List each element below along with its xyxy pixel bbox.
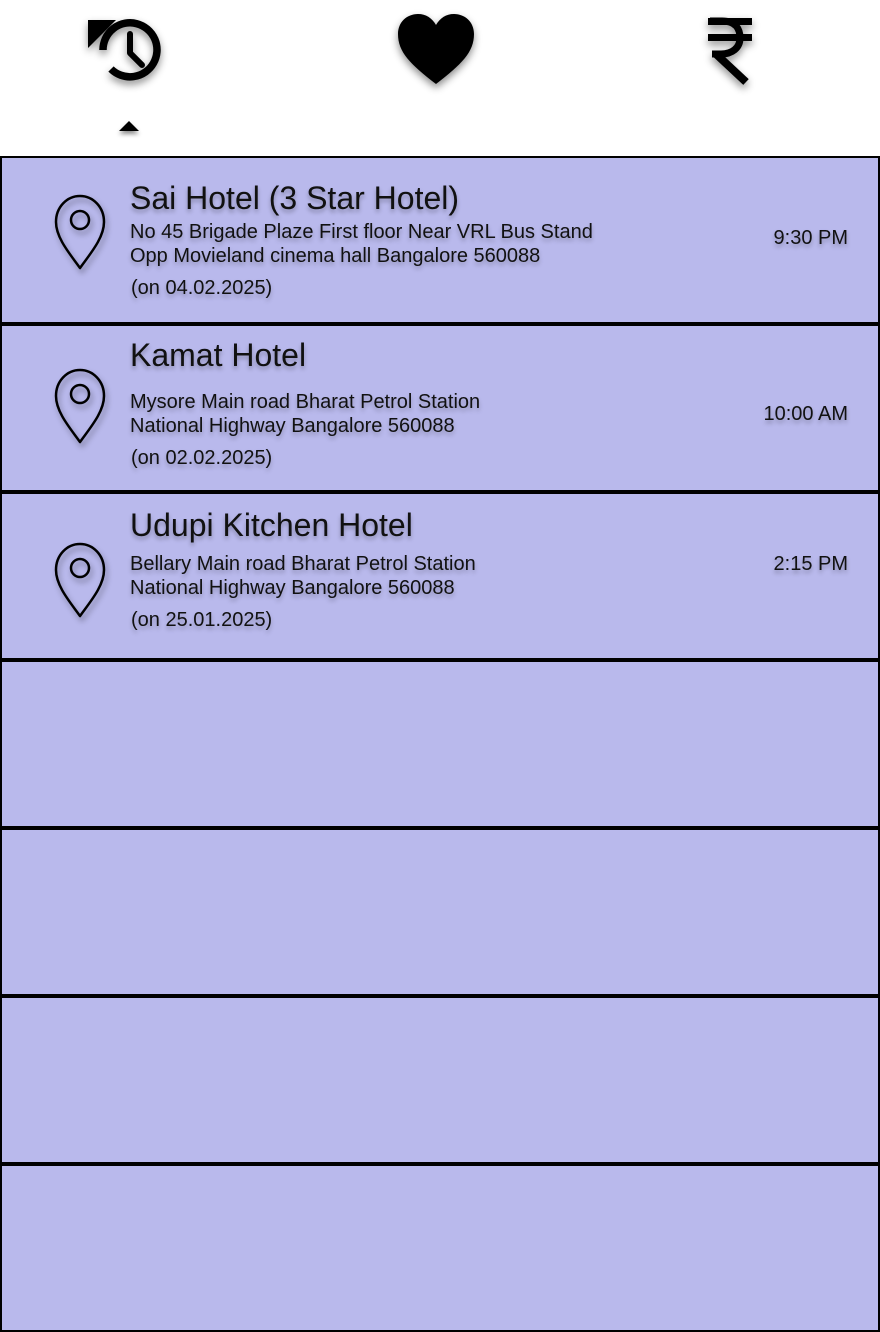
entry-date: (on 02.02.2025)	[131, 447, 273, 469]
location-pin-icon	[50, 540, 110, 620]
entry-date: (on 25.01.2025)	[131, 609, 273, 631]
history-entry[interactable]: Kamat Hotel Mysore Main road Bharat Petr…	[0, 324, 880, 492]
entry-time: 9:30 PM	[773, 227, 848, 249]
entry-time: 10:00 AM	[763, 403, 848, 425]
entry-address: No 45 Brigade Plaze First floor Near VRL…	[130, 221, 593, 267]
history-entry[interactable]: Udupi Kitchen Hotel Bellary Main road Bh…	[0, 492, 880, 660]
tab-favorites[interactable]	[390, 0, 490, 140]
entry-title: Kamat Hotel	[130, 337, 307, 373]
location-pin-icon	[50, 192, 110, 272]
entry-address: Bellary Main road Bharat Petrol Station …	[130, 553, 476, 599]
history-entry[interactable]: Sai Hotel (3 Star Hotel) No 45 Brigade P…	[0, 156, 880, 324]
entry-date: (on 04.02.2025)	[131, 277, 273, 299]
empty-list-slot	[0, 660, 880, 828]
empty-list-slot	[0, 1164, 880, 1332]
empty-list-slot	[0, 996, 880, 1164]
top-tab-bar	[0, 0, 880, 156]
location-pin-icon	[50, 366, 110, 446]
entry-address: Mysore Main road Bharat Petrol Station N…	[130, 391, 481, 437]
heart-icon	[398, 14, 474, 84]
tab-history[interactable]	[80, 0, 180, 140]
active-tab-indicator	[119, 121, 139, 131]
entry-time: 2:15 PM	[773, 553, 848, 575]
entry-title: Udupi Kitchen Hotel	[130, 507, 413, 543]
history-icon	[88, 19, 161, 81]
entry-title: Sai Hotel (3 Star Hotel)	[130, 180, 460, 216]
empty-list-slot	[0, 828, 880, 996]
rupee-icon	[708, 17, 752, 85]
tab-payments[interactable]	[690, 0, 770, 140]
